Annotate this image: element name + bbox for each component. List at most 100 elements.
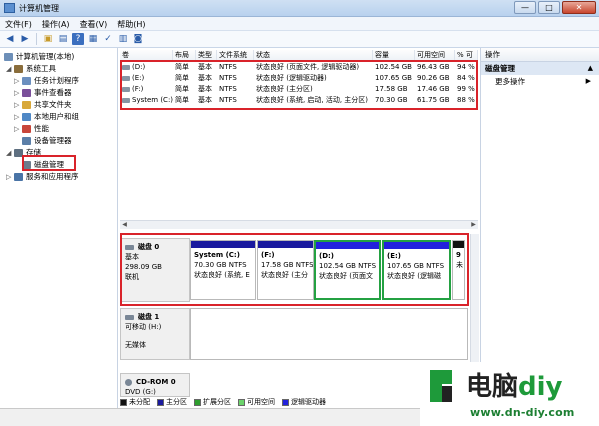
watermark: 电脑diy www.dn-diy.com	[420, 362, 599, 426]
more-actions[interactable]: 更多操作 ▶	[481, 75, 599, 88]
highlight-disk-0	[120, 233, 469, 306]
expand-toggle-icon[interactable]: ▷	[14, 101, 22, 109]
tree-node-icon	[22, 76, 31, 85]
more-actions-label: 更多操作	[495, 77, 525, 86]
watermark-brand-cn: 电脑	[466, 372, 519, 402]
tree-item[interactable]: ▷ 任务计划程序	[14, 75, 79, 86]
scroll-left-icon[interactable]: ◀	[120, 221, 129, 229]
col-status[interactable]: 状态	[254, 50, 373, 60]
close-button[interactable]: ✕	[562, 1, 596, 14]
legend-swatch	[238, 398, 245, 406]
cdrom-0-title: CD-ROM 0	[136, 378, 176, 386]
expand-toggle-icon[interactable]: ▷	[14, 89, 22, 97]
menu-file[interactable]: 文件(F)	[0, 17, 37, 30]
maximize-button[interactable]: □	[538, 1, 560, 14]
tree-node-icon	[14, 64, 23, 73]
col-layout[interactable]: 布局	[173, 50, 196, 60]
properties-icon[interactable]: ▦	[87, 33, 99, 45]
legend-swatch	[194, 398, 201, 406]
tree-node-icon	[22, 112, 31, 121]
col-volume[interactable]: 卷	[120, 50, 173, 60]
legend-label: 逻辑驱动器	[291, 398, 326, 406]
tree-root[interactable]: 计算机管理(本地)	[4, 51, 74, 62]
camera-icon[interactable]: ◙	[132, 33, 144, 45]
col-free-space[interactable]: 可用空间	[415, 50, 455, 60]
tree-item[interactable]: ▷ 事件查看器	[14, 87, 72, 98]
menu-action[interactable]: 操作(A)	[37, 17, 75, 30]
actions-pane: 操作 磁盘管理 ▲ 更多操作 ▶	[480, 48, 599, 408]
tree-node-icon	[22, 100, 31, 109]
up-folder-icon[interactable]: ▣	[42, 33, 54, 45]
legend-item: 主分区	[157, 397, 187, 407]
col-type[interactable]: 类型	[196, 50, 217, 60]
legend-swatch	[282, 398, 289, 406]
refresh-icon[interactable]: ✓	[102, 33, 114, 45]
legend-item: 未分配	[120, 397, 150, 407]
legend-item: 扩展分区	[194, 397, 231, 407]
legend-label: 扩展分区	[203, 398, 231, 406]
col-filesystem[interactable]: 文件系统	[217, 50, 254, 60]
tree-item[interactable]: ▷ 共享文件夹	[14, 99, 72, 110]
tree-node-icon	[22, 124, 31, 133]
help-icon[interactable]: ?	[72, 33, 84, 45]
tree-item-label: 服务和应用程序	[26, 172, 79, 181]
window-title: 计算机管理	[19, 4, 59, 13]
legend-swatch	[120, 398, 127, 406]
window-controls: — □ ✕	[514, 1, 596, 14]
menu-view[interactable]: 查看(V)	[75, 17, 113, 30]
export-icon[interactable]: ▥	[117, 33, 129, 45]
cdrom-0-label[interactable]: CD-ROM 0 DVD (G:)	[120, 373, 190, 397]
minimize-button[interactable]: —	[514, 1, 536, 14]
watermark-url: www.dn-diy.com	[470, 406, 575, 419]
legend-item: 可用空间	[238, 397, 275, 407]
disk-icon	[125, 314, 134, 320]
computer-management-icon	[4, 3, 15, 13]
highlight-disk-management	[22, 155, 76, 171]
menu-help[interactable]: 帮助(H)	[112, 17, 150, 30]
cdrom-icon	[125, 378, 132, 386]
title-bar: 计算机管理 — □ ✕	[0, 0, 599, 17]
col-percent-free[interactable]: % 可	[455, 50, 478, 60]
tree-item[interactable]: ◢ 系统工具	[6, 63, 56, 74]
back-arrow-icon[interactable]: ◀	[4, 33, 16, 45]
dn-diy-logo-icon	[430, 370, 452, 402]
tree-node-icon	[14, 172, 23, 181]
disk-1-label[interactable]: 磁盘 1 可移动 (H:) 无媒体	[120, 308, 190, 360]
console-tree: 计算机管理(本地) ◢ 系统工具 ▷ 任务计划程序 ▷ 事件查看器 ▷ 共享文件夹 ▷ 本地用户和…	[0, 48, 118, 408]
scroll-right-icon[interactable]: ▶	[469, 221, 478, 229]
tree-item-label: 共享文件夹	[34, 100, 72, 109]
expand-toggle-icon[interactable]: ◢	[6, 65, 14, 73]
horizontal-scrollbar[interactable]: ◀ ▶	[120, 220, 478, 229]
computer-icon	[4, 52, 13, 61]
tree-root-label: 计算机管理(本地)	[16, 52, 75, 61]
expand-toggle-icon[interactable]: ▷	[14, 125, 22, 133]
watermark-brand: 电脑diy	[466, 366, 563, 403]
toolbar: ◀ ▶ ▣ ▤ ? ▦ ✓ ▥ ◙	[0, 31, 599, 48]
forward-arrow-icon[interactable]: ▶	[19, 33, 31, 45]
col-capacity[interactable]: 容量	[373, 50, 415, 60]
expand-toggle-icon[interactable]: ▷	[14, 113, 22, 121]
watermark-brand-diy: diy	[518, 372, 563, 402]
tree-item-label: 设备管理器	[34, 136, 72, 145]
actions-section-label: 磁盘管理	[485, 64, 515, 73]
disk-1-type: 可移动 (H:)	[125, 323, 162, 331]
actions-section[interactable]: 磁盘管理 ▲	[481, 62, 599, 75]
disk-1-area[interactable]	[190, 308, 468, 360]
tree-item[interactable]: ▷ 本地用户和组	[14, 111, 79, 122]
tree-item[interactable]: ▷ 服务和应用程序	[6, 171, 79, 182]
tree-item-label: 性能	[34, 124, 49, 133]
tree-item-label: 系统工具	[26, 64, 56, 73]
submenu-arrow-icon: ▶	[585, 77, 591, 85]
legend-label: 可用空间	[247, 398, 275, 406]
expand-toggle-icon[interactable]: ◢	[6, 149, 14, 157]
legend-label: 未分配	[129, 398, 150, 406]
tree-item-label: 本地用户和组	[34, 112, 79, 121]
expand-toggle-icon[interactable]: ▷	[14, 77, 22, 85]
tree-item[interactable]: 设备管理器	[14, 135, 72, 146]
collapse-icon[interactable]: ▲	[588, 62, 593, 75]
highlight-volume-list	[120, 60, 478, 110]
tree-item[interactable]: ▷ 性能	[14, 123, 49, 134]
expand-toggle-icon[interactable]: ▷	[6, 173, 14, 181]
main-pane: 卷 布局 类型 文件系统 状态 容量 可用空间 % 可 (D:) 简单 基本 NTFS…	[118, 48, 480, 408]
show-tree-icon[interactable]: ▤	[57, 33, 69, 45]
